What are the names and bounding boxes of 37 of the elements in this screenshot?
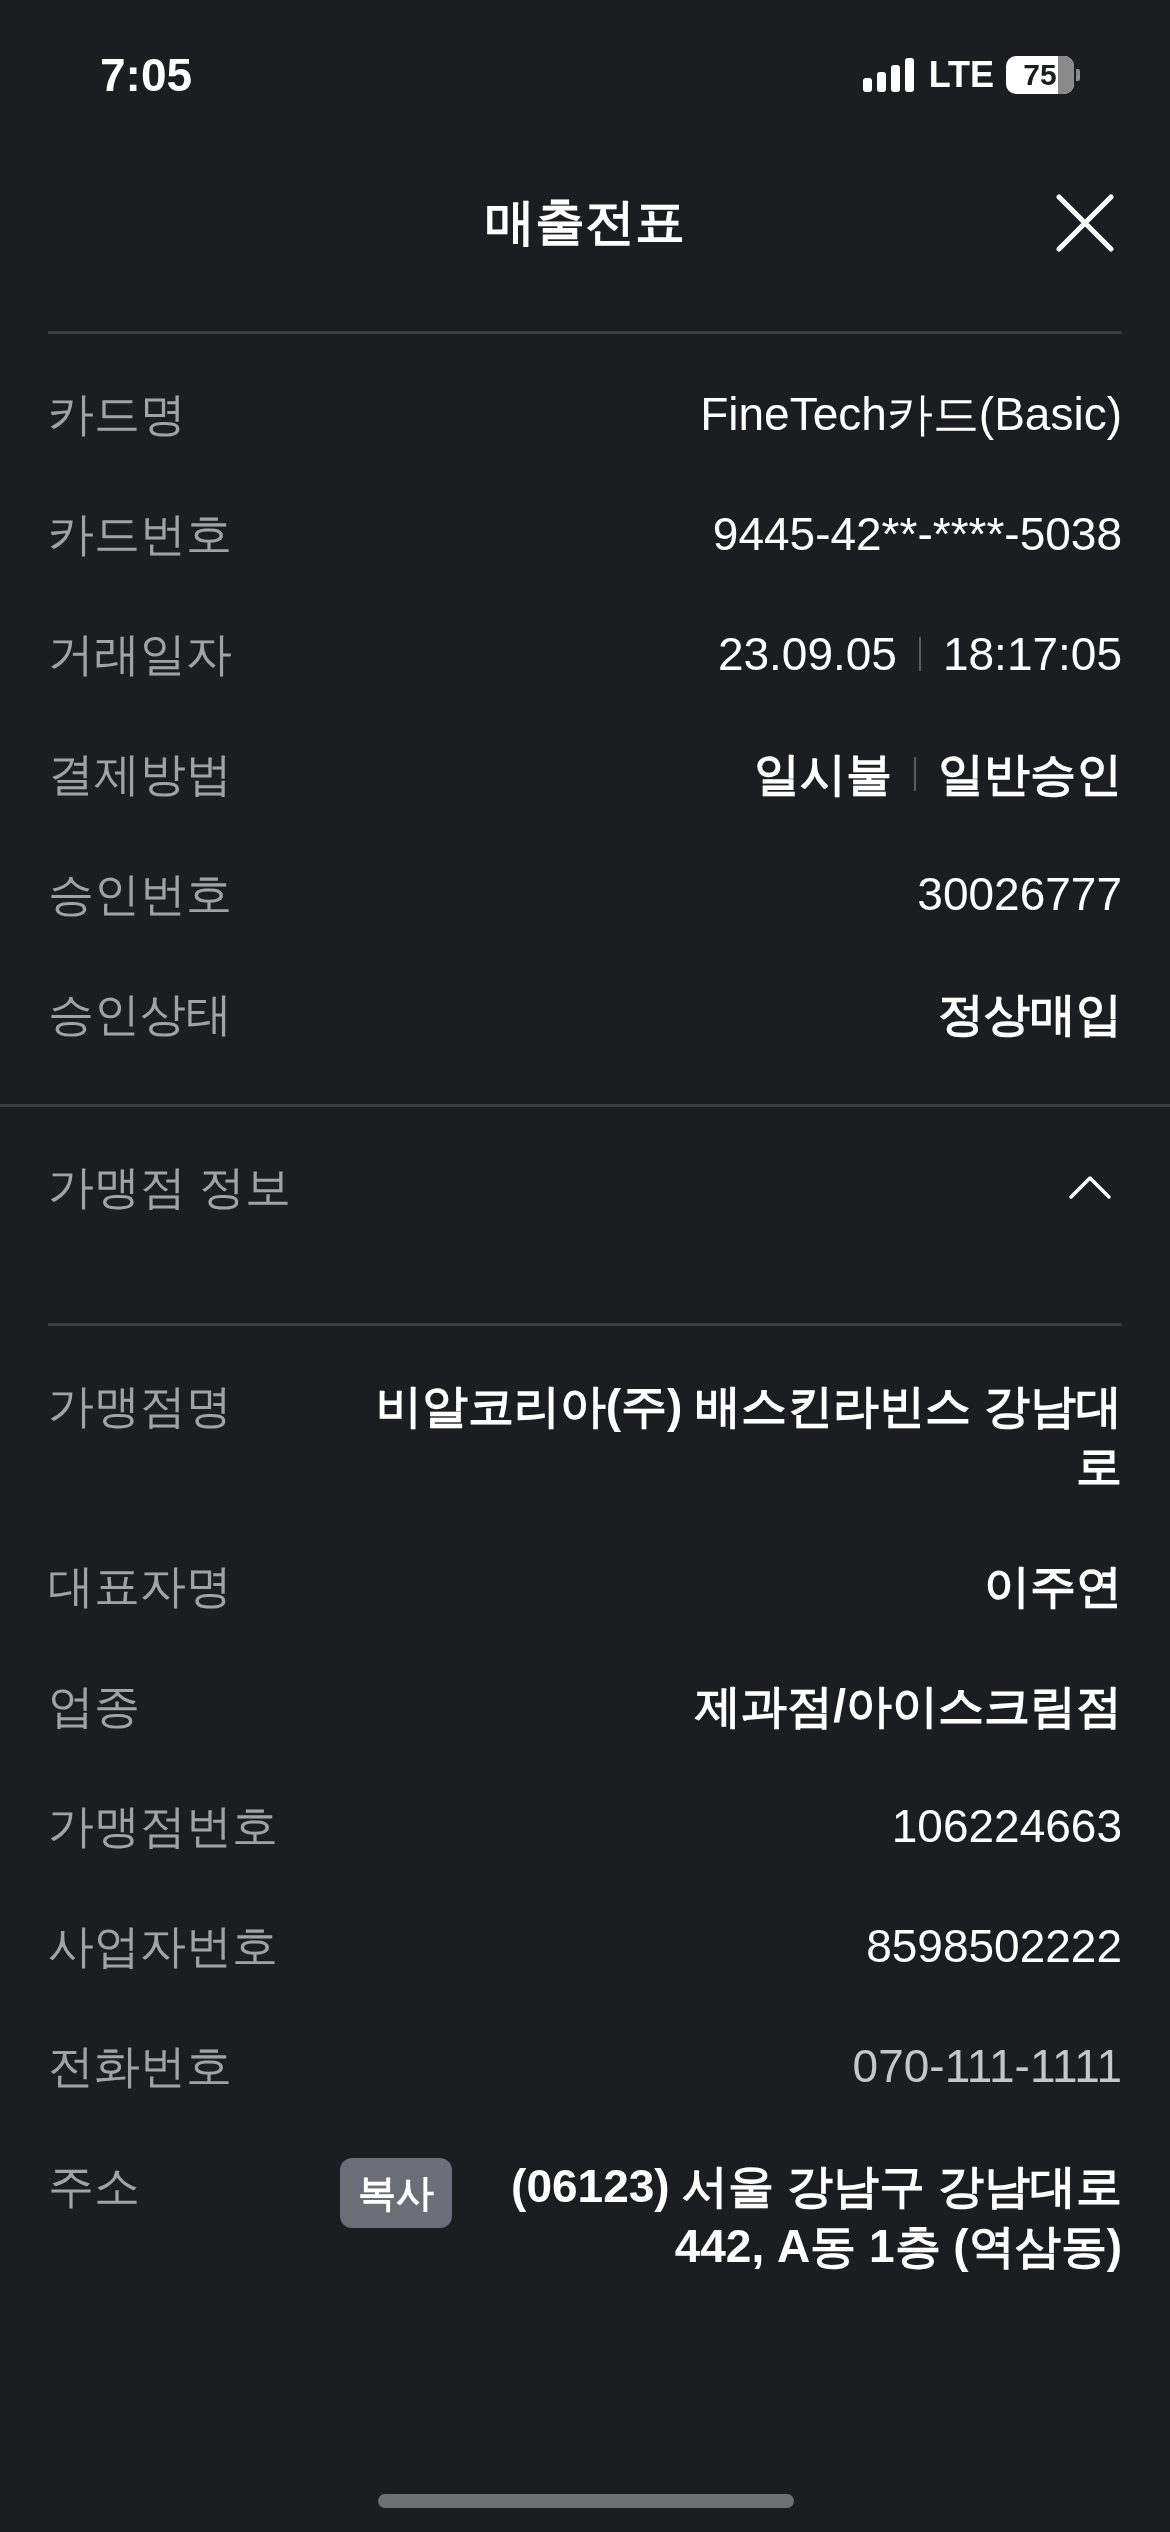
field-value: 비알코리아(주) 배스킨라빈스 강남대로	[374, 1379, 1122, 1494]
field-value: 9445-42**-****-5038	[712, 507, 1122, 562]
field-label: 결제방법	[48, 747, 232, 802]
field-label: 업종	[48, 1679, 140, 1734]
signal-icon	[862, 58, 917, 92]
address-text: (06123) 서울 강남구 강남대로 442, A동 1층 (역삼동)	[510, 2159, 1122, 2274]
status-time: 7:05	[100, 47, 193, 103]
field-value: 일반승인	[938, 747, 1122, 802]
chevron-up-icon	[1068, 1174, 1112, 1200]
field-label: 카드명	[48, 387, 186, 442]
battery-indicator: 75	[1006, 56, 1080, 94]
field-label: 주소	[48, 2159, 140, 2214]
field-value: 8598502222	[866, 1919, 1122, 1974]
network-label: LTE	[928, 53, 994, 97]
field-value: FineTech카드(Basic)	[700, 387, 1122, 442]
phone-link[interactable]: 070-111-1111	[852, 2036, 1122, 2096]
field-value: 일시불	[754, 747, 892, 802]
field-value: 정상매입	[938, 987, 1122, 1042]
field-label: 승인상태	[48, 987, 232, 1042]
close-icon	[1056, 194, 1114, 252]
page-title: 매출전표	[485, 193, 685, 252]
field-label: 가맹점번호	[48, 1799, 278, 1854]
field-label: 카드번호	[48, 507, 232, 562]
section-header[interactable]: 가맹점 정보	[0, 1107, 1170, 1267]
field-value: 23.09.05	[717, 627, 897, 682]
field-label: 가맹점명	[48, 1379, 232, 1434]
copy-button[interactable]: 복사	[340, 2158, 452, 2228]
field-value: 30026777	[917, 867, 1122, 922]
field-label: 전화번호	[48, 2039, 232, 2094]
field-value: 이주연	[984, 1559, 1122, 1614]
field-value: 18:17:05	[942, 627, 1122, 682]
field-label: 사업자번호	[48, 1919, 278, 1974]
field-value: 106224663	[891, 1799, 1122, 1854]
field-label: 대표자명	[48, 1559, 232, 1614]
field-label: 승인번호	[48, 867, 232, 922]
field-value: 제과점/아이스크림점	[695, 1679, 1122, 1734]
field-label: 거래일자	[48, 627, 232, 682]
